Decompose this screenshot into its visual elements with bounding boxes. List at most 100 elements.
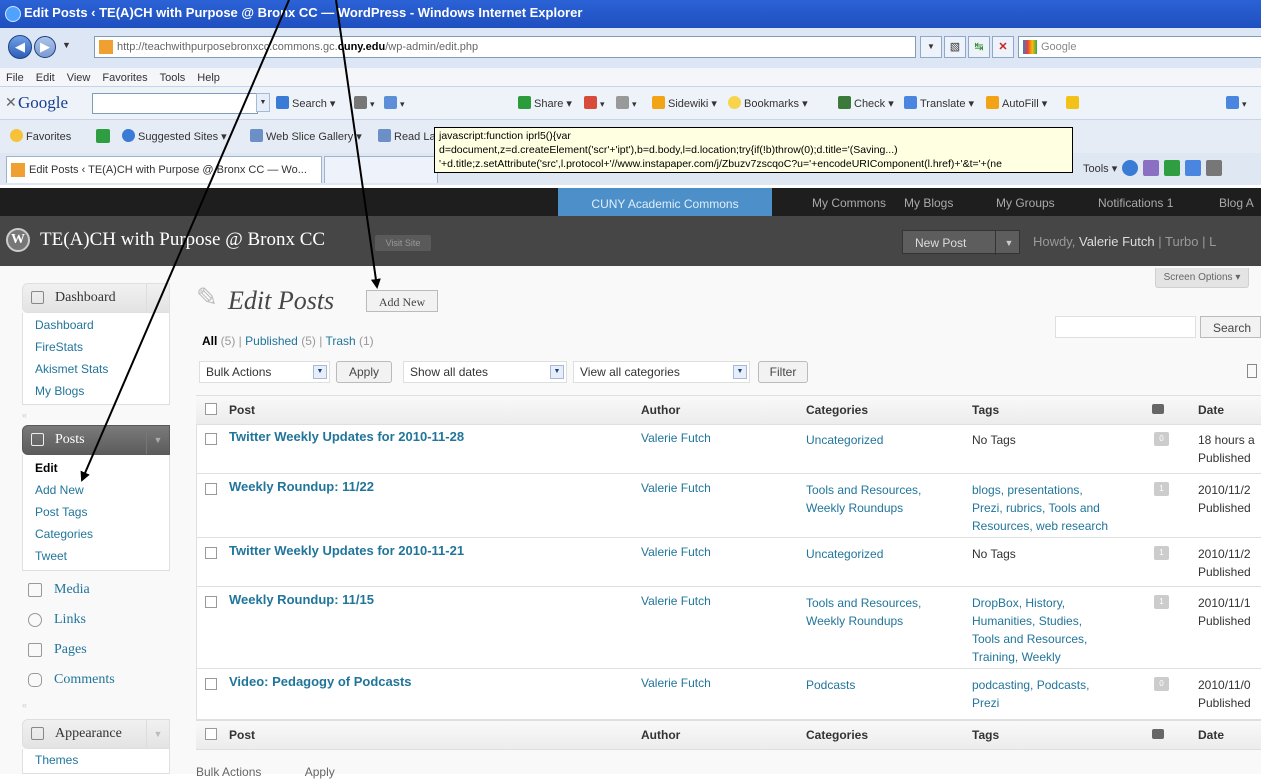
submenu-my-blogs[interactable]: My Blogs bbox=[23, 380, 169, 402]
tag-links[interactable]: blogs, presentations, bbox=[972, 483, 1083, 497]
col-post[interactable]: Post bbox=[229, 728, 255, 742]
submenu-akismet-stats[interactable]: Akismet Stats bbox=[23, 358, 169, 380]
post-author[interactable]: Valerie Futch bbox=[641, 594, 711, 608]
date-filter-select[interactable]: Show all dates ▼ bbox=[403, 361, 567, 383]
menu-help[interactable]: Help bbox=[197, 72, 220, 84]
comment-count[interactable]: 1 bbox=[1154, 546, 1169, 560]
tag-links[interactable]: Training, Weekly bbox=[972, 650, 1061, 664]
category-link[interactable]: Weekly Roundups bbox=[806, 614, 903, 628]
tag-links[interactable]: DropBox, History, bbox=[972, 596, 1065, 610]
apply-button[interactable]: Apply bbox=[336, 361, 392, 383]
my-commons-link[interactable]: My Commons bbox=[812, 196, 886, 210]
collapse-toggle-icon[interactable]: ▼ bbox=[146, 426, 169, 454]
tag-links[interactable]: Resources, web research bbox=[972, 519, 1108, 533]
row-checkbox[interactable] bbox=[205, 678, 217, 690]
category-link[interactable]: Uncategorized bbox=[806, 547, 883, 561]
post-author[interactable]: Valerie Futch bbox=[641, 481, 711, 495]
google-toolbar-input[interactable] bbox=[92, 93, 258, 114]
address-dropdown-icon[interactable]: ▼ bbox=[920, 36, 942, 58]
col-date[interactable]: Date bbox=[1198, 728, 1224, 742]
help-icon[interactable] bbox=[1122, 160, 1139, 176]
favorites-button[interactable]: Favorites bbox=[10, 129, 71, 143]
filter-button[interactable]: Filter bbox=[758, 361, 808, 383]
category-link[interactable]: Uncategorized bbox=[806, 433, 883, 447]
post-title-link[interactable]: Video: Pedagogy of Podcasts bbox=[229, 674, 412, 689]
filter-all[interactable]: All bbox=[202, 334, 217, 348]
menu-posts-head[interactable]: Posts ▼ bbox=[22, 425, 170, 455]
submenu-categories[interactable]: Categories bbox=[23, 523, 169, 545]
toolbar-share[interactable]: Share ▾ bbox=[518, 96, 572, 110]
menu-dashboard-head[interactable]: Dashboard bbox=[22, 283, 170, 313]
submenu-edit[interactable]: Edit bbox=[23, 457, 169, 479]
blog-this-icon[interactable] bbox=[1185, 160, 1202, 176]
menu-pages[interactable]: Pages bbox=[22, 636, 170, 664]
post-title-link[interactable]: Twitter Weekly Updates for 2010-11-28 bbox=[229, 429, 464, 444]
menu-tools[interactable]: Tools bbox=[160, 72, 186, 84]
menu-media[interactable]: Media bbox=[22, 576, 170, 604]
toolbar-autofill[interactable]: AutoFill ▾ bbox=[986, 96, 1047, 110]
submenu-firestats[interactable]: FireStats bbox=[23, 336, 169, 358]
select-all-checkbox[interactable] bbox=[205, 728, 217, 740]
tools-menu[interactable]: Tools ▾ bbox=[1083, 163, 1117, 175]
search-posts-input[interactable] bbox=[1055, 316, 1196, 338]
close-toolbar-icon[interactable]: ✕ bbox=[5, 94, 17, 111]
filter-published[interactable]: Published bbox=[245, 334, 298, 348]
search-posts-button[interactable]: Search bbox=[1200, 316, 1261, 338]
my-groups-link[interactable]: My Groups bbox=[996, 196, 1055, 210]
comment-count[interactable]: 0 bbox=[1154, 677, 1169, 691]
category-link[interactable]: Tools and Resources, bbox=[806, 596, 921, 610]
bottom-apply-button[interactable]: Apply bbox=[305, 765, 335, 779]
category-link[interactable]: Podcasts bbox=[806, 678, 855, 692]
toolbar-plus-button[interactable]: ▾ bbox=[384, 96, 405, 110]
notifications-link[interactable]: Notifications 1 bbox=[1098, 196, 1173, 210]
user-name-link[interactable]: Valerie Futch bbox=[1079, 234, 1155, 249]
user-links[interactable]: | Turbo | L bbox=[1155, 234, 1216, 249]
stop-icon[interactable]: ✕ bbox=[992, 36, 1014, 58]
forward-arrow-icon[interactable]: ▶ bbox=[34, 36, 56, 58]
comment-count[interactable]: 0 bbox=[1154, 432, 1169, 446]
google-input-dropdown-icon[interactable]: ▼ bbox=[256, 93, 270, 112]
evernote-icon[interactable] bbox=[1164, 160, 1181, 176]
row-checkbox[interactable] bbox=[205, 596, 217, 608]
post-title-link[interactable]: Twitter Weekly Updates for 2010-11-21 bbox=[229, 543, 464, 558]
my-blogs-link[interactable]: My Blogs bbox=[904, 196, 953, 210]
category-link[interactable]: Weekly Roundups bbox=[806, 501, 903, 515]
comment-count[interactable]: 1 bbox=[1154, 482, 1169, 496]
add-to-favorites-icon[interactable] bbox=[96, 129, 110, 143]
commons-home-link[interactable]: CUNY Academic Commons bbox=[558, 188, 772, 216]
col-date[interactable]: Date bbox=[1198, 403, 1224, 417]
compatibility-view-icon[interactable]: ▧ bbox=[944, 36, 966, 58]
bottom-bulk-actions-select[interactable]: Bulk Actions bbox=[196, 765, 261, 779]
refresh-icon[interactable]: ↹ bbox=[968, 36, 990, 58]
toolbar-news-button[interactable]: ▾ bbox=[354, 96, 375, 110]
back-arrow-icon[interactable]: ◀ bbox=[8, 35, 32, 59]
collapse-toggle-icon[interactable] bbox=[146, 284, 169, 312]
research-icon[interactable] bbox=[1143, 160, 1160, 176]
toolbar-mail-button[interactable]: ▾ bbox=[616, 96, 637, 110]
tag-links[interactable]: Prezi, rubrics, Tools and bbox=[972, 501, 1100, 515]
new-post-dropdown-icon[interactable]: ▼ bbox=[995, 231, 1022, 255]
toolbar-settings-button[interactable]: ▾ bbox=[1226, 96, 1247, 110]
site-title[interactable]: TE(A)CH with Purpose @ Bronx CC bbox=[40, 229, 325, 251]
list-view-icon[interactable] bbox=[1247, 364, 1257, 378]
toolbar-search[interactable]: Search ▾ bbox=[276, 96, 335, 110]
menu-favorites[interactable]: Favorites bbox=[102, 72, 147, 84]
row-checkbox[interactable] bbox=[205, 547, 217, 559]
post-author[interactable]: Valerie Futch bbox=[641, 545, 711, 559]
menu-view[interactable]: View bbox=[67, 72, 91, 84]
tab-edit-posts[interactable]: Edit Posts ‹ TE(A)CH with Purpose @ Bron… bbox=[6, 156, 322, 183]
category-filter-select[interactable]: View all categories ▼ bbox=[573, 361, 750, 383]
blog-admin-link[interactable]: Blog A bbox=[1219, 196, 1254, 210]
url-field[interactable]: http://teachwithpurposebronxcc.commons.g… bbox=[94, 36, 916, 58]
select-all-checkbox[interactable] bbox=[205, 403, 217, 415]
submenu-themes[interactable]: Themes bbox=[23, 749, 169, 771]
post-title-link[interactable]: Weekly Roundup: 11/15 bbox=[229, 592, 374, 607]
bulk-actions-select[interactable]: Bulk Actions ▼ bbox=[199, 361, 330, 383]
add-new-button[interactable]: Add New bbox=[366, 290, 438, 312]
search-box[interactable]: Google bbox=[1018, 36, 1261, 58]
suggested-sites-link[interactable]: Suggested Sites ▾ bbox=[122, 129, 227, 143]
collapse-toggle-icon[interactable]: ▼ bbox=[146, 720, 169, 748]
lock-icon[interactable] bbox=[1206, 160, 1223, 176]
tag-links[interactable]: Prezi bbox=[972, 696, 999, 710]
screen-options-button[interactable]: Screen Options ▾ bbox=[1155, 268, 1249, 288]
